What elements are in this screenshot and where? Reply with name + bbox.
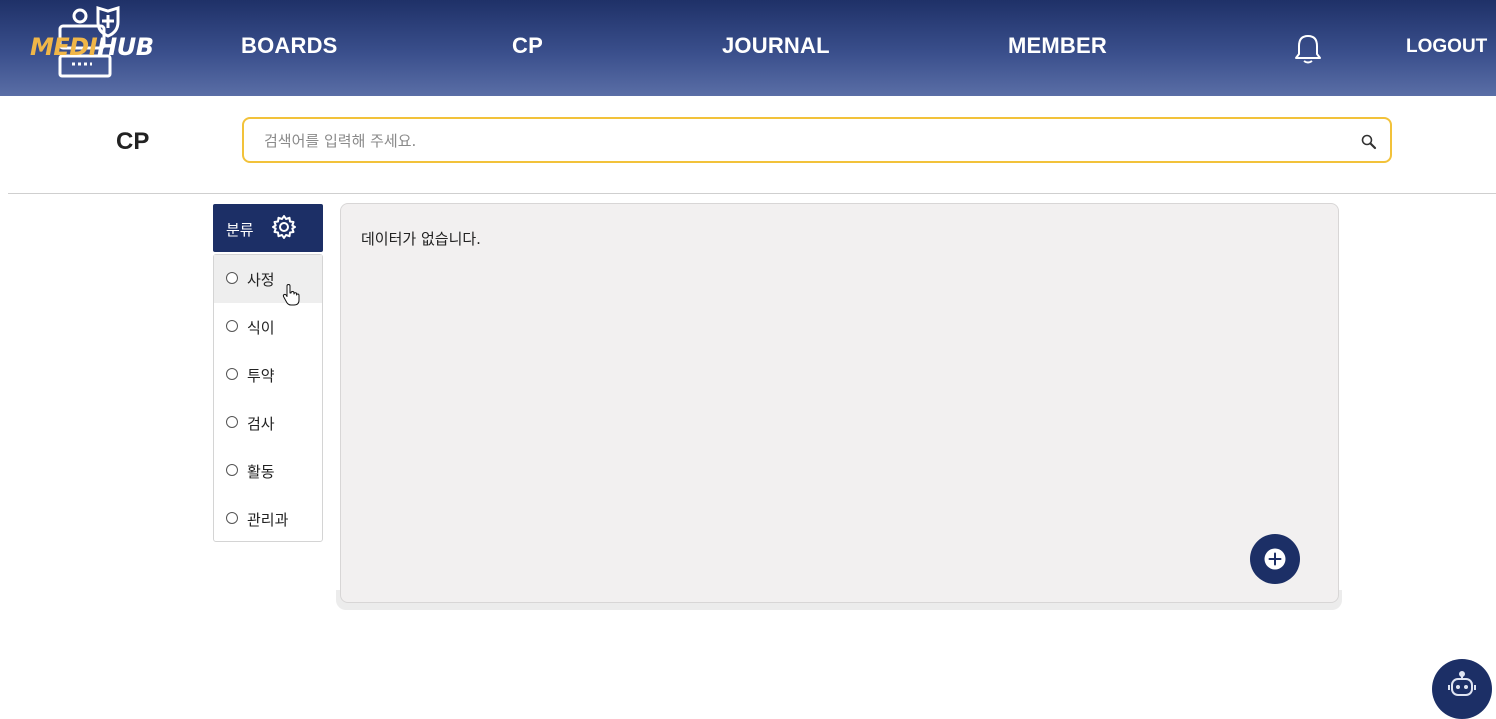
- page-title: CP: [116, 128, 150, 155]
- logo-wordmark: MEDIHUB: [30, 33, 154, 61]
- logo-text-medi: MEDI: [30, 33, 98, 61]
- logo[interactable]: MEDIHUB: [26, 6, 154, 82]
- divider: [8, 193, 1496, 194]
- gear-icon[interactable]: [271, 214, 297, 240]
- bell-icon: [1295, 35, 1321, 64]
- category-item[interactable]: 사정: [214, 255, 322, 303]
- category-header-label: 분류: [226, 221, 254, 239]
- search-button[interactable]: [1360, 133, 1378, 151]
- empty-message: 데이터가 없습니다.: [361, 230, 481, 248]
- add-button[interactable]: [1250, 534, 1300, 584]
- search-input[interactable]: [262, 127, 1346, 155]
- robot-icon: [1448, 671, 1476, 696]
- category-item[interactable]: 관리과: [214, 495, 322, 543]
- logo-text-hub: HUB: [97, 33, 154, 61]
- category-label: 활동: [247, 463, 275, 481]
- category-item[interactable]: 투약: [214, 351, 322, 399]
- category-label: 관리과: [247, 511, 289, 529]
- category-label: 식이: [247, 319, 275, 337]
- search-bar: [242, 117, 1392, 163]
- radio-icon[interactable]: [226, 320, 238, 332]
- radio-icon[interactable]: [226, 464, 238, 476]
- category-label: 사정: [247, 271, 275, 289]
- nav-cp[interactable]: CP: [512, 33, 543, 59]
- category-label: 투약: [247, 367, 275, 385]
- radio-icon[interactable]: [226, 368, 238, 380]
- chatbot-button[interactable]: [1432, 659, 1492, 719]
- plus-icon: [1264, 548, 1286, 570]
- category-header[interactable]: 분류: [213, 204, 323, 252]
- top-nav-bar: MEDIHUB BOARDS CP JOURNAL MEMBER LOGOUT: [0, 0, 1496, 96]
- nav-member[interactable]: MEMBER: [1008, 33, 1107, 59]
- radio-icon[interactable]: [226, 512, 238, 524]
- category-item[interactable]: 활동: [214, 447, 322, 495]
- logout-button[interactable]: LOGOUT: [1406, 36, 1487, 58]
- radio-icon[interactable]: [226, 272, 238, 284]
- category-label: 검사: [247, 415, 275, 433]
- content-panel: 데이터가 없습니다.: [340, 203, 1339, 603]
- search-icon: [1361, 134, 1377, 150]
- radio-icon[interactable]: [226, 416, 238, 428]
- nav-journal[interactable]: JOURNAL: [722, 33, 830, 59]
- category-list: 사정 식이 투약 검사 활동 관리과: [213, 254, 323, 542]
- category-item[interactable]: 식이: [214, 303, 322, 351]
- notification-button[interactable]: [1293, 33, 1323, 65]
- nav-boards[interactable]: BOARDS: [241, 33, 338, 59]
- category-item[interactable]: 검사: [214, 399, 322, 447]
